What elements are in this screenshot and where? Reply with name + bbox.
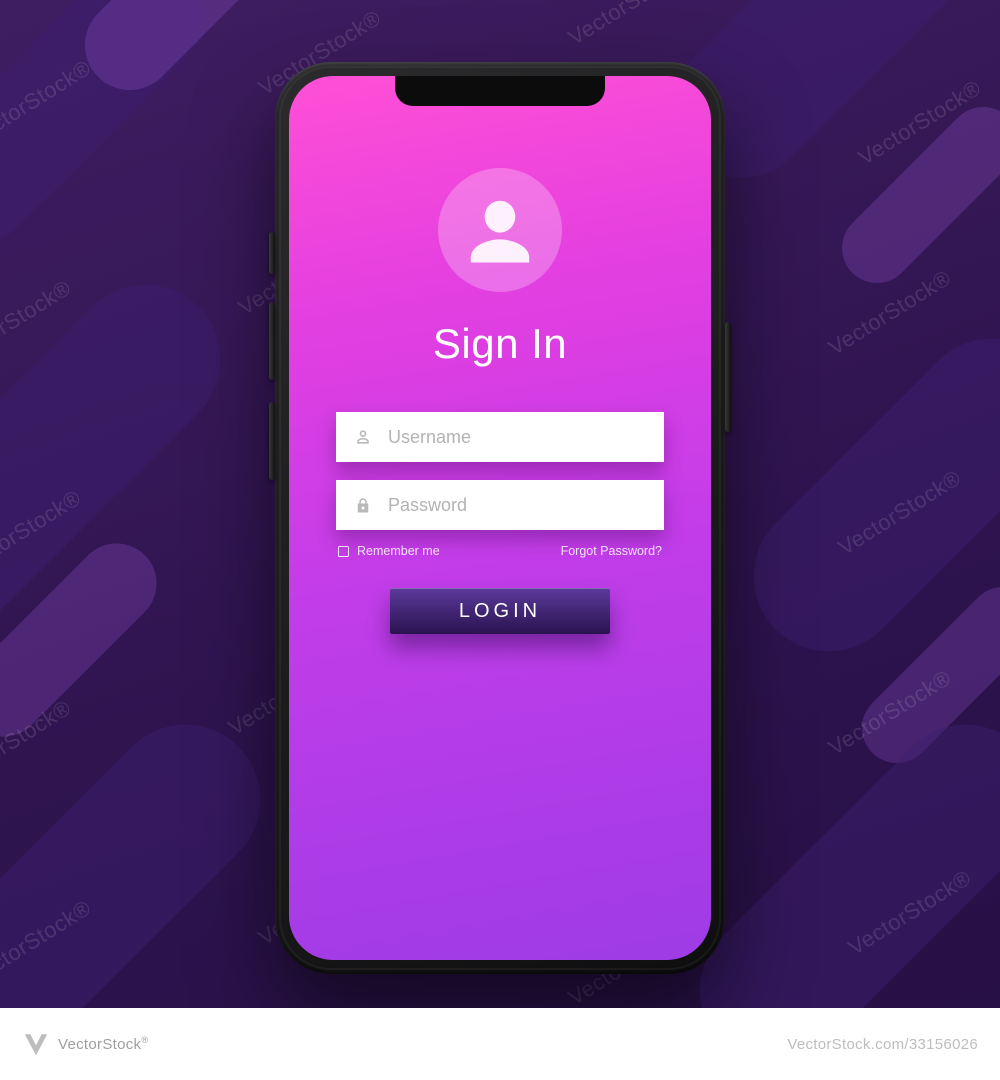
vectorstock-logo-icon: [22, 1030, 50, 1058]
lock-icon: [350, 495, 376, 515]
password-input[interactable]: [388, 495, 650, 516]
page-title: Sign In: [433, 320, 567, 368]
login-form: Remember me Forgot Password? LOGIN: [336, 412, 664, 634]
watermark: VectorStock®: [564, 0, 696, 51]
phone-volume-up: [269, 302, 275, 380]
bg-pill: [827, 92, 1000, 297]
footer-logo-suffix: ®: [141, 1035, 148, 1045]
password-field[interactable]: [336, 480, 664, 530]
login-options: Remember me Forgot Password?: [338, 544, 662, 558]
phone-frame: Sign In Remember: [275, 62, 725, 974]
footer-image-id: VectorStock.com/33156026: [787, 1036, 978, 1053]
stage: VectorStock® VectorStock® VectorStock® V…: [0, 0, 1000, 1080]
username-input[interactable]: [388, 427, 650, 448]
remember-me-label: Remember me: [357, 544, 440, 558]
remember-me-checkbox[interactable]: Remember me: [338, 544, 440, 558]
user-outline-icon: [350, 427, 376, 447]
phone-screen: Sign In Remember: [289, 76, 711, 960]
phone-power-button: [725, 322, 731, 432]
user-avatar-icon: [438, 168, 562, 292]
phone-volume-down: [269, 402, 275, 480]
login-button[interactable]: LOGIN: [390, 588, 610, 634]
phone-silence-switch: [269, 232, 275, 274]
footer-logo-text: VectorStock: [58, 1036, 141, 1053]
footer-bar: VectorStock® VectorStock.com/33156026: [0, 1008, 1000, 1080]
username-field[interactable]: [336, 412, 664, 462]
forgot-password-link[interactable]: Forgot Password?: [561, 544, 662, 558]
phone-notch: [395, 76, 605, 106]
checkbox-box-icon: [338, 546, 349, 557]
vectorstock-logo: VectorStock®: [22, 1030, 148, 1058]
